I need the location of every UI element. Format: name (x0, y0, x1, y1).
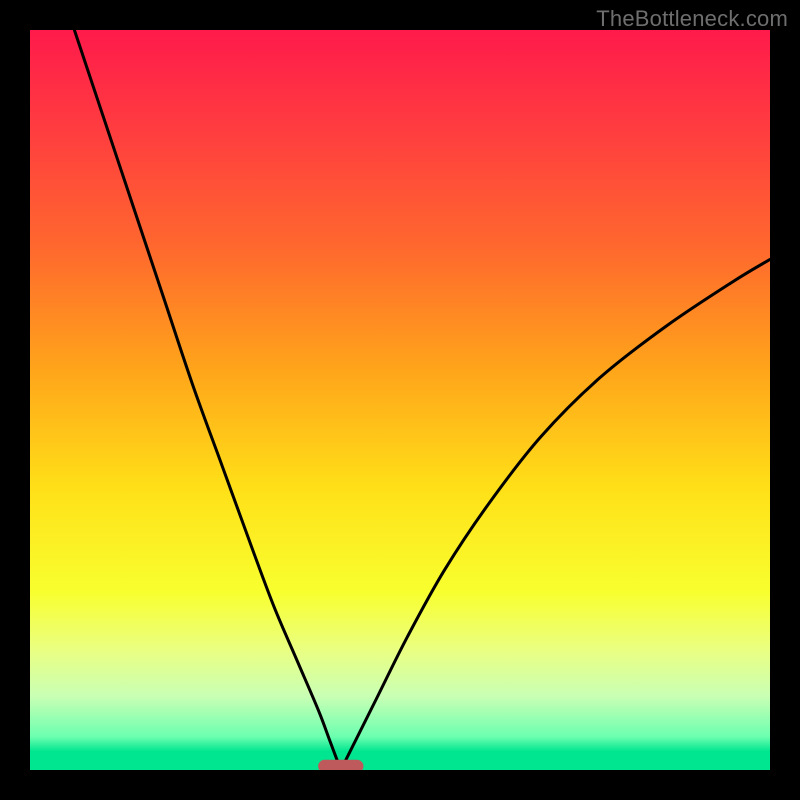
bottleneck-curve-chart (30, 30, 770, 770)
optimum-marker (319, 760, 363, 770)
chart-frame: TheBottleneck.com (0, 0, 800, 800)
plot-area (30, 30, 770, 770)
gradient-background (30, 30, 770, 770)
watermark-text: TheBottleneck.com (596, 6, 788, 32)
